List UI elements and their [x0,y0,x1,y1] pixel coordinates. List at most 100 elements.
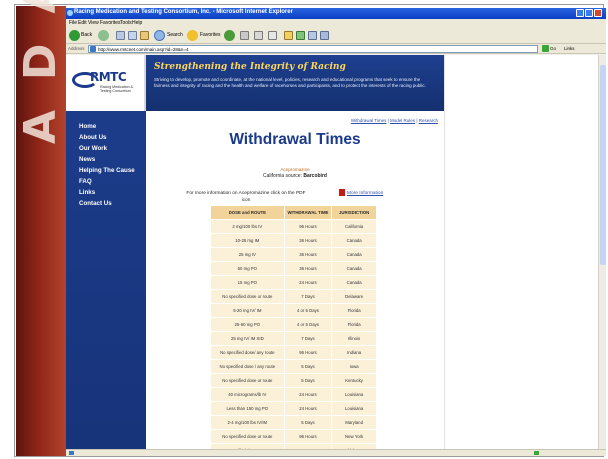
cell-dose-route: 5-20 mg IV/ IM [210,303,285,318]
nav-about-us[interactable]: About Us [79,134,107,141]
withdrawal-times-table: DOSE and ROUTE WITHDRAWAL TIME JURISDICT… [210,205,377,449]
table-row: Less than 150 mg PO 24 Hours Louisiana [210,401,377,416]
search-icon[interactable] [154,30,165,41]
menu-tools[interactable]: Tools [120,20,132,26]
search-label[interactable]: Search [167,32,183,38]
refresh-icon[interactable] [128,31,137,40]
cell-jurisdiction: New York [331,429,377,444]
intro-text: Striving to develop, promote and coordin… [154,77,426,88]
menu-view[interactable]: View [88,20,99,26]
table-row: 2-4 mg/100 lbs IV/IM 5 Days Maryland [210,415,377,430]
back-arrow-icon[interactable] [69,30,80,41]
table-row: 50 mg PO 36 Hours Canada [210,261,377,276]
menu-bar: File Edit View Favorites Tools Help [66,19,606,27]
cell-jurisdiction: Delaware [331,289,377,304]
cell-jurisdiction: Indiana [331,345,377,360]
cell-withdrawal-time: 36 Hours [283,261,333,276]
side-band-word: ADAS [15,0,66,145]
history-icon[interactable] [224,30,235,41]
title-bar: Racing Medication and Testing Consortium… [66,8,606,19]
cell-withdrawal-time: 7 Days [283,331,333,346]
mail-icon[interactable] [240,31,249,40]
back-label[interactable]: Back [81,32,92,38]
table-body: 2 mg/100 lbs IV 96 Hours California 10-25 m… [210,219,377,449]
cell-dose-route: 15 mg PO [210,275,285,290]
table-row: 10-25 mg IM 36 Hours Canada [210,233,377,248]
cell-dose-route: 10-25 mg IM [210,233,285,248]
close-button[interactable] [594,9,602,17]
table-row: 15 mg PO 24 Hours Canada [210,275,377,290]
cell-dose-route: 2 mg/100 lbs IV [210,219,285,234]
cell-jurisdiction: Illinois [331,331,377,346]
stop-icon[interactable] [116,31,125,40]
links-label[interactable]: Links [564,46,575,51]
cell-withdrawal-time: 5 Days [283,373,333,388]
cell-dose-route: No specified dose or route [210,429,285,444]
menu-favorites[interactable]: Favorites [100,20,121,26]
cell-dose-route: 25 mg IV/ IM SID [210,331,285,346]
maximize-button[interactable] [585,9,593,17]
main-content: Withdrawal Times | Model Rules | Researc… [146,111,444,449]
source-value: Barcobird [303,173,327,179]
cell-dose-route: 25 mg IV [210,247,285,262]
menu-help[interactable]: Help [132,20,142,26]
favorites-label[interactable]: Favorites [200,32,221,38]
research-icon[interactable] [320,31,329,40]
toolbar: Back Search Favorites [66,27,606,44]
cell-withdrawal-time: 4 or 5 Days [283,303,333,318]
cell-withdrawal-time: 4 or 5 Days [283,317,333,332]
page-icon [90,46,96,52]
slide: ADAS Racing Medication and Testing Conso… [0,0,608,459]
table-row: 2 mg/100 lbs IV 96 Hours California [210,219,377,234]
top-links: Withdrawal Times | Model Rules | Researc… [350,118,438,123]
favorites-star-icon[interactable] [187,30,198,41]
go-button[interactable]: Go [542,45,556,53]
link-model-rules[interactable]: Model Rules [390,118,415,123]
status-page-icon [69,451,74,455]
cell-withdrawal-time: 36 Hours [283,247,333,262]
media-icon[interactable] [308,31,317,40]
logo-text: RMTC [90,70,127,84]
nav-links[interactable]: Links [79,189,95,196]
link-research[interactable]: Research [419,118,438,123]
vertical-scrollbar[interactable] [598,55,606,449]
minimize-button[interactable] [576,9,584,17]
cell-dose-route: No specified dose / any route [210,359,285,374]
nav-our-work[interactable]: Our Work [79,145,107,152]
cell-dose-route: 50 mg PO [210,261,285,276]
menu-edit[interactable]: Edit [78,20,87,26]
nav-helping-the-cause[interactable]: Helping The Cause [79,167,135,174]
edit-page-icon[interactable] [268,31,277,40]
source-line: California source: Barcobird [146,173,444,179]
folder-icon[interactable] [284,31,293,40]
forward-arrow-icon[interactable] [98,30,109,41]
scrollbar-thumb[interactable] [600,65,606,265]
print-icon[interactable] [254,31,263,40]
cell-withdrawal-time: 24 Hours [283,387,333,402]
nav-contact-us[interactable]: Contact Us [79,200,112,207]
nav-news[interactable]: News [79,156,95,163]
cell-withdrawal-time: 7 Days [283,289,333,304]
side-navigation: Home About Us Our Work News Helping The … [66,111,146,449]
cell-jurisdiction: Iowa [331,359,377,374]
home-icon[interactable] [140,31,149,40]
address-label: Address [68,46,85,51]
messenger-icon[interactable] [296,31,305,40]
more-information-link[interactable]: More Information [347,191,383,196]
window-controls [576,9,604,18]
nav-home[interactable]: Home [79,123,96,130]
address-input[interactable]: http://www.rmtcnet.com/main.asp?id=28&n=… [88,45,538,53]
link-withdrawal-times[interactable]: Withdrawal Times [351,118,387,123]
logo-area[interactable]: RMTC Racing Medication & Testing Consort… [66,55,146,111]
menu-file[interactable]: File [69,20,77,26]
nav-faq[interactable]: FAQ [79,178,92,185]
cell-dose-route: Less than 150 mg PO [210,401,285,416]
address-bar: Address http://www.rmtcnet.com/main.asp?… [66,44,606,54]
pdf-icon[interactable] [339,189,345,196]
drug-name: Acepromazine [280,167,310,172]
table-row: 5-20 mg IV/ IM 4 or 5 Days Florida [210,303,377,318]
table-header-row: DOSE and ROUTE WITHDRAWAL TIME JURISDICT… [210,205,377,220]
table-row: No specified dose/ any route 96 Hours Indi… [210,345,377,360]
browser-window: Racing Medication and Testing Consortium… [66,8,606,456]
table-row: 25 mg IV 36 Hours Canada [210,247,377,262]
